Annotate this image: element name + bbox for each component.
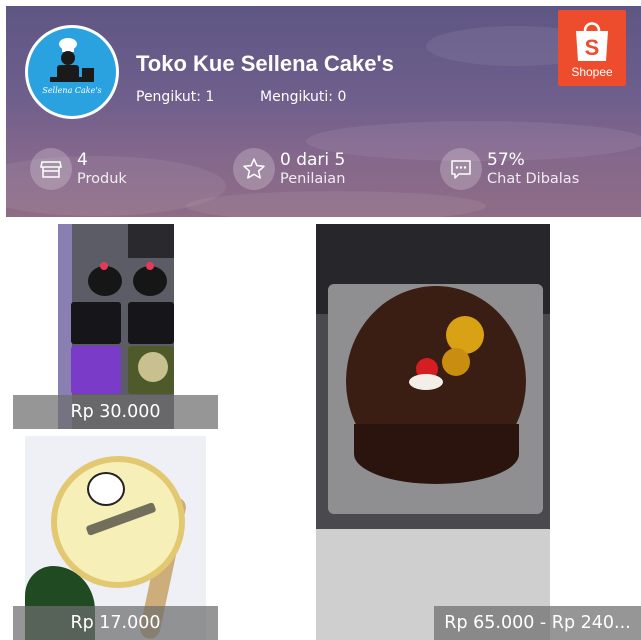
shop-logo: Sellena Cake's: [28, 28, 116, 116]
product-price: Rp 65.000 - Rp 240...: [434, 606, 641, 640]
shopee-logo: S Shopee: [558, 10, 626, 86]
product-card[interactable]: Rp 65.000 - Rp 240...: [224, 224, 641, 640]
chat-icon: [440, 148, 482, 190]
following-count[interactable]: Mengikuti: 0: [260, 89, 346, 105]
product-price: Rp 30.000: [13, 395, 218, 429]
store-icon: [30, 148, 72, 190]
shopping-bag-s-icon: S: [576, 22, 608, 61]
stat-value: 0 dari 5: [280, 150, 346, 171]
svg-text:S: S: [585, 35, 600, 60]
shop-header: Sellena Cake's Toko Kue Sellena Cake's P…: [6, 6, 641, 217]
stat-chat[interactable]: 57% Chat Dibalas: [440, 148, 579, 190]
stat-value: 57%: [487, 150, 525, 171]
stat-label: Chat Dibalas: [487, 170, 580, 187]
stat-products[interactable]: 4 Produk: [30, 148, 127, 190]
product-image: [316, 224, 550, 640]
logo-text: Sellena Cake's: [42, 86, 102, 95]
stat-label: Produk: [77, 170, 127, 187]
stat-value: 4: [77, 150, 88, 171]
stat-label: Penilaian: [280, 170, 346, 187]
product-card[interactable]: Rp 17.000: [13, 436, 218, 640]
product-card[interactable]: Rp 30.000: [13, 224, 218, 429]
chef-icon: [50, 38, 94, 82]
star-icon: [233, 148, 275, 190]
product-price: Rp 17.000: [13, 606, 218, 640]
shop-avatar[interactable]: Sellena Cake's: [25, 25, 119, 119]
shop-name: Toko Kue Sellena Cake's: [136, 51, 394, 76]
stat-rating[interactable]: 0 dari 5 Penilaian: [233, 148, 345, 190]
shopee-label: Shopee: [571, 65, 613, 79]
followers-count[interactable]: Pengikut: 1: [136, 89, 214, 105]
